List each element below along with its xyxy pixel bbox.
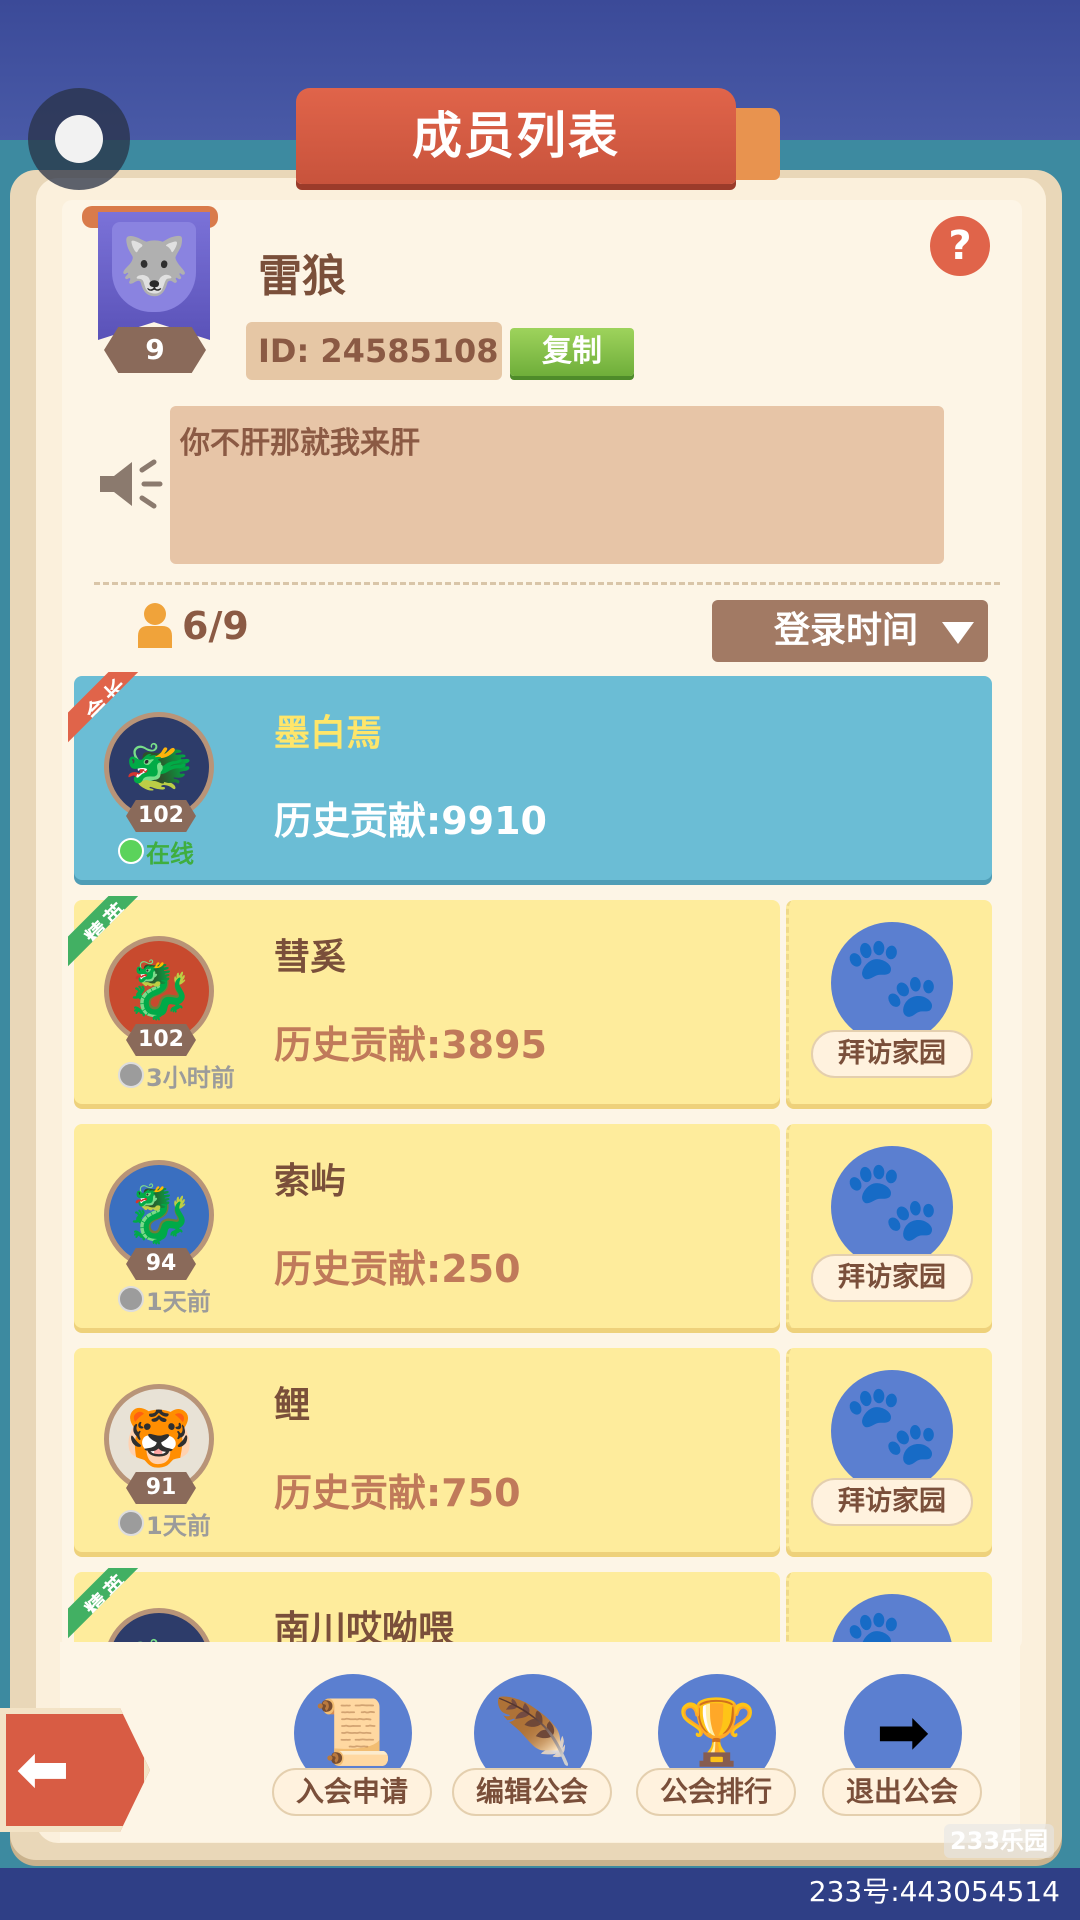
member-status: 1天前 [118,1506,211,1541]
sort-dropdown[interactable]: 登录时间 [712,600,988,662]
member-count: 6/9 [182,604,249,648]
member-list[interactable]: 🐲 102 在线 墨白焉 历史贡献:9910 会长 🐉 102 3小时前 彗奚 … [0,672,1080,1642]
member-level: 102 [126,800,196,832]
speaker-icon [100,459,163,509]
watermark: 233乐园 [944,1824,1054,1858]
member-row[interactable]: 🐯 91 1天前 鲤 历史贡献:750 🐾 拜访家园 [74,1348,992,1552]
copy-id-button[interactable]: 复制 [510,328,634,376]
member-name: 墨白焉 [274,713,383,754]
page-title: 成员列表 [412,107,620,165]
visit-home-label: 拜访家园 [811,1030,973,1078]
paw-icon: 🐾 [843,1156,941,1246]
member-status: 3小时前 [118,1058,235,1093]
member-contribution: 历史贡献:250 [274,1247,521,1291]
member-contribution: 历史贡献:3895 [274,1023,547,1067]
member-status: 在线 [118,834,194,869]
back-arrow-icon: ⬅ [16,1733,70,1807]
visit-home-button[interactable]: 🐾 [786,1572,992,1642]
guild-ranking-button[interactable]: 🏆 公会排行 [636,1668,796,1818]
wolf-icon: 🐺 [112,222,196,312]
member-name: 索屿 [274,1161,347,1202]
member-contribution: 历史贡献:9910 [274,799,547,843]
guild-name: 雷狼 [258,251,346,302]
guild-ranking-label: 公会排行 [636,1768,796,1816]
member-row[interactable]: 🐲 102 在线 墨白焉 历史贡献:9910 会长 [68,672,992,880]
sort-label: 登录时间 [774,610,919,651]
leave-guild-label: 退出公会 [822,1768,982,1816]
visit-home-button[interactable]: 🐾 拜访家园 [786,900,992,1104]
visit-home-button[interactable]: 🐾 拜访家园 [786,1348,992,1552]
member-level: 102 [126,1024,196,1056]
member-name: 鲤 [274,1385,311,1426]
edit-guild-button[interactable]: 🪶 编辑公会 [452,1668,612,1818]
help-icon[interactable]: ? [930,216,990,276]
member-status: 1天前 [118,1282,211,1317]
paw-icon: 🐾 [843,932,941,1022]
member-row[interactable]: 🐉 94 1天前 索屿 历史贡献:250 🐾 拜访家园 [74,1124,992,1328]
guild-notice[interactable]: 你不肝那就我来肝 [170,406,944,564]
visit-home-label: 拜访家园 [811,1254,973,1302]
member-level: 94 [126,1248,196,1280]
member-name: 南川哎呦喂 [274,1609,455,1642]
join-requests-button[interactable]: 📜 入会申请 [272,1668,432,1818]
member-name: 彗奚 [274,937,347,978]
guild-id: ID: 24585108 [246,322,502,380]
guild-level-badge: 9 [104,327,206,373]
divider [94,582,1000,585]
member-row[interactable]: 🐲 南川哎呦喂 精英 🐾 [68,1568,992,1642]
leave-guild-button[interactable]: ➡ 退出公会 [822,1668,982,1818]
paw-icon: 🐾 [843,1380,941,1470]
paw-icon: 🐾 [831,1588,953,1642]
member-contribution: 历史贡献:750 [274,1471,521,1515]
floating-assistant-button[interactable] [28,88,130,190]
member-row[interactable]: 🐉 102 3小时前 彗奚 历史贡献:3895 精英 🐾 拜访家园 [68,896,992,1104]
dragon-icon: 🐲 [104,1608,214,1642]
member-count-icon [138,603,172,648]
join-requests-label: 入会申请 [272,1768,432,1816]
account-id: 233号:443054514 [808,1875,1060,1908]
chevron-down-icon [942,622,974,644]
visit-home-button[interactable]: 🐾 拜访家园 [786,1124,992,1328]
edit-guild-label: 编辑公会 [452,1768,612,1816]
member-level: 91 [126,1472,196,1504]
visit-home-label: 拜访家园 [811,1478,973,1526]
